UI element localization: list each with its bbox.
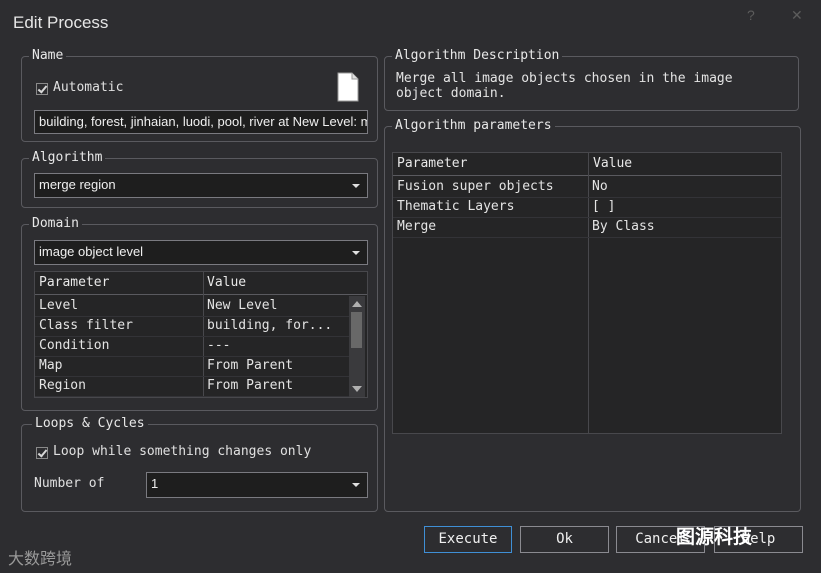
table-row[interactable]: Map From Parent [35,356,349,377]
number-of-label: Number of [34,476,105,491]
grid-scrollbar[interactable] [349,296,365,397]
loops-legend: Loops & Cycles [32,416,148,432]
process-name-input[interactable]: building, forest, jinhaian, luodi, pool,… [34,110,368,134]
domain-parameter-grid[interactable]: Parameter Value Level New Level Class fi… [34,271,368,398]
scroll-up-icon[interactable] [352,301,362,307]
scroll-down-icon[interactable] [352,386,362,392]
name-group: Name Automatic building, forest, jinhaia… [21,48,378,142]
execute-button[interactable]: Execute [424,526,512,553]
algorithm-selected-value: merge region [39,177,116,192]
name-legend: Name [29,48,67,64]
column-header-value[interactable]: Value [207,275,246,290]
automatic-checkbox[interactable] [36,83,48,95]
ok-button[interactable]: Ok [520,526,609,553]
algorithm-select[interactable]: merge region [34,173,368,198]
number-of-value: 1 [151,476,159,491]
domain-group: Domain image object level Parameter Valu… [21,216,378,411]
automatic-label[interactable]: Automatic [53,80,123,95]
parameters-legend: Algorithm parameters [392,118,555,134]
row-parameter: Map [39,358,63,373]
row-parameter: Class filter [39,318,133,333]
column-header-parameter[interactable]: Parameter [39,275,109,290]
parameters-group: Algorithm parameters Parameter Value Fus… [384,118,801,512]
number-of-cycles-select[interactable]: 1 [146,472,368,498]
row-parameter: Thematic Layers [397,199,515,214]
row-value: [ ] [592,199,616,214]
table-row[interactable]: Merge By Class [393,217,781,238]
row-parameter: Condition [39,338,110,353]
table-row[interactable]: Condition --- [35,336,349,357]
watermark-left: 大数跨境 [8,549,73,568]
row-parameter: Fusion super objects [397,179,554,194]
row-value: --- [207,338,231,353]
description-group: Algorithm Description Merge all image ob… [384,48,799,111]
domain-selected-value: image object level [39,244,144,259]
algorithm-legend: Algorithm [29,150,106,166]
table-row[interactable]: Thematic Layers [ ] [393,197,781,218]
description-legend: Algorithm Description [392,48,563,64]
row-value: building, for... [207,318,333,333]
table-row[interactable]: Region From Parent [35,376,349,397]
row-value: No [592,179,608,194]
table-row[interactable]: Class filter building, for... [35,316,349,337]
window-title: Edit Process [13,13,109,32]
domain-legend: Domain [29,216,82,232]
row-value: From Parent [207,378,294,393]
row-value: By Class [592,219,655,234]
table-row[interactable]: Level New Level [35,296,349,317]
row-parameter: Level [39,298,79,313]
scrollbar-thumb[interactable] [351,312,362,348]
algorithm-group: Algorithm merge region [21,150,378,208]
row-parameter: Merge [397,219,437,234]
loops-group: Loops & Cycles Loop while something chan… [21,416,378,512]
description-line: Merge all image objects chosen in the im… [396,71,733,86]
row-value: New Level [207,298,278,313]
watermark-right: 图源科技 [676,526,753,548]
column-header-parameter[interactable]: Parameter [397,156,467,171]
loop-checkbox[interactable] [36,447,48,459]
document-icon[interactable] [336,72,360,102]
description-line: object domain. [396,86,506,101]
algorithm-parameter-grid[interactable]: Parameter Value Fusion super objects No … [392,152,782,434]
table-row[interactable]: Fusion super objects No [393,177,781,198]
title-bar: Edit Process ? ✕ [0,0,821,40]
close-icon[interactable]: ✕ [791,7,803,24]
grid-header: Parameter Value [35,272,367,295]
domain-select[interactable]: image object level [34,240,368,265]
column-header-value[interactable]: Value [593,156,632,171]
chevron-down-icon [352,251,360,255]
chevron-down-icon [352,184,360,188]
chevron-down-icon [352,483,360,487]
row-value: From Parent [207,358,294,373]
row-parameter: Region [39,378,86,393]
loop-label[interactable]: Loop while something changes only [53,444,311,459]
algorithm-description-text: Merge all image objects chosen in the im… [396,71,733,101]
help-icon[interactable]: ? [747,7,755,23]
